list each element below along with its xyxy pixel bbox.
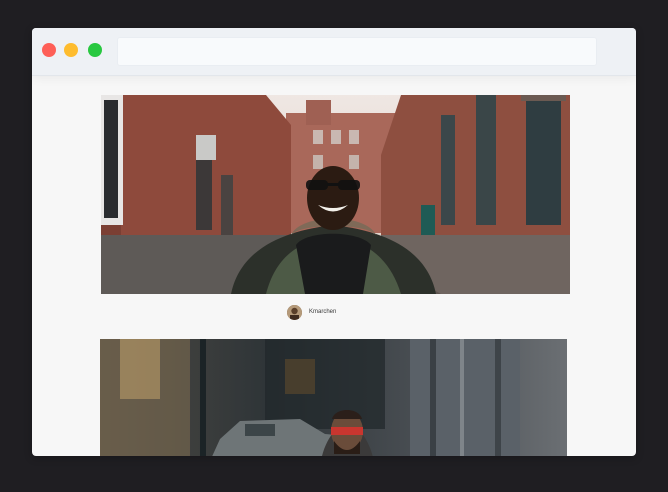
- post-image[interactable]: [100, 339, 567, 456]
- close-window-button[interactable]: [42, 43, 56, 57]
- post-author[interactable]: Kmarchen: [287, 304, 336, 320]
- browser-titlebar: [32, 28, 636, 76]
- maximize-window-button[interactable]: [88, 43, 102, 57]
- address-bar[interactable]: [117, 37, 597, 66]
- post-image[interactable]: [101, 95, 570, 294]
- avatar-image: [287, 304, 302, 320]
- minimize-window-button[interactable]: [64, 43, 78, 57]
- author-username[interactable]: Kmarchen: [309, 309, 336, 315]
- page-content: Kmarchen: [32, 76, 636, 456]
- photo-man-smiling-in-alley: [101, 95, 570, 294]
- photo-man-with-red-headband-street: [100, 339, 567, 456]
- browser-window: Kmarchen: [32, 28, 636, 456]
- author-avatar[interactable]: [287, 304, 302, 320]
